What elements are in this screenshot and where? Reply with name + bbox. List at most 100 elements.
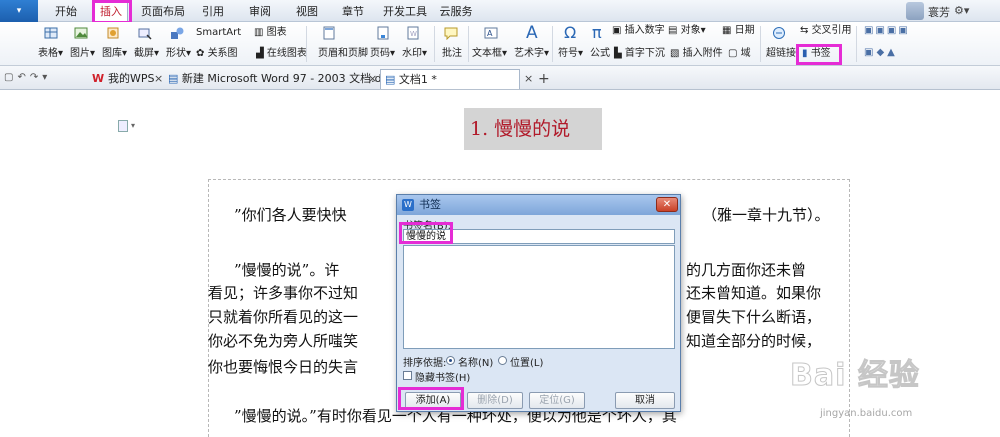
- comment-button[interactable]: 批注: [442, 47, 462, 61]
- highlight-bookmark-name: [399, 222, 453, 244]
- dialog-title: 书签: [419, 198, 441, 211]
- field-button[interactable]: ▢ 域: [728, 47, 751, 61]
- dropcap-text: 首字下沉: [624, 48, 665, 59]
- tab-page-layout[interactable]: 页面布局: [138, 3, 188, 20]
- insert-number-label[interactable]: ▣ 插入数字: [612, 24, 665, 38]
- textbox-button[interactable]: 文本框▾: [472, 47, 507, 61]
- hyperlink-icon[interactable]: [772, 26, 786, 40]
- tab-doc-word97[interactable]: ▤ 新建 Microsoft Word 97 - 2003 文档.doc: [168, 69, 394, 89]
- close-icon[interactable]: ×: [368, 69, 377, 89]
- chevron-down-icon[interactable]: ▾: [131, 121, 135, 130]
- more-tools-icons[interactable]: ▣▣▣▣: [864, 25, 910, 36]
- bookmark-list[interactable]: [403, 245, 675, 349]
- wordart-icon[interactable]: A: [526, 23, 538, 43]
- symbol-button[interactable]: 符号▾: [558, 47, 583, 61]
- tab-home[interactable]: 开始: [50, 3, 82, 20]
- header-footer-icon[interactable]: [322, 26, 336, 40]
- smartart-label[interactable]: SmartArt: [196, 26, 241, 40]
- relation-button[interactable]: ✿ 关系图: [196, 47, 238, 61]
- doc-text-line[interactable]: 你也要悔恨今日的失言: [208, 356, 358, 378]
- attachment-button[interactable]: ▧ 插入附件: [670, 47, 723, 61]
- doc-text-line[interactable]: 你必不免为旁人所嗤笑: [208, 330, 358, 352]
- sort-by-name-radio[interactable]: [446, 356, 455, 365]
- screenshot-icon[interactable]: [138, 26, 152, 40]
- doc-text-line[interactable]: 知道全部分的时候，: [686, 330, 821, 352]
- wordart-button[interactable]: 艺术字▾: [514, 47, 549, 61]
- menu-bar: ▾ 开始 插入 页面布局 引用 审阅 视图 章节 开发工具 云服务 寰芳 ⚙▾: [0, 0, 1000, 22]
- table-button[interactable]: 表格▾: [38, 47, 63, 61]
- quick-access-toolbar[interactable]: ▢↶↷▾: [4, 72, 51, 83]
- tab-doc1[interactable]: ▤ 文档1 *: [380, 69, 520, 89]
- sort-by-position-radio[interactable]: [498, 356, 507, 365]
- formula-button[interactable]: 公式: [590, 47, 610, 61]
- chart-label[interactable]: ▥ 图表: [254, 26, 287, 40]
- app-menu-button[interactable]: ▾: [0, 0, 38, 22]
- hidden-bookmarks-label[interactable]: 隐藏书签(H): [415, 369, 470, 384]
- delete-button[interactable]: 删除(D): [467, 392, 523, 409]
- tab-review[interactable]: 审阅: [243, 3, 277, 20]
- extra-tools-icons[interactable]: ▣◆▲: [864, 47, 898, 58]
- baidu-watermark-url: jingyan.baidu.com: [820, 408, 913, 419]
- ribbon-separator: [760, 26, 761, 62]
- tab-my-wps[interactable]: W 我的WPS: [92, 69, 154, 89]
- doc-text-line[interactable]: 只就着你所看见的这一: [208, 306, 358, 328]
- paragraph-layout-icon[interactable]: [118, 120, 128, 132]
- picture-button[interactable]: 图片▾: [70, 47, 95, 61]
- avatar[interactable]: [906, 2, 924, 20]
- ribbon-separator: [468, 26, 469, 62]
- settings-icon[interactable]: ⚙▾: [954, 4, 969, 17]
- gallery-button[interactable]: 图库▾: [102, 47, 127, 61]
- goto-button[interactable]: 定位(G): [529, 392, 585, 409]
- doc-text-line[interactable]: 便冒失下什么断语，: [686, 306, 821, 328]
- highlight-bookmark-button: [796, 44, 842, 65]
- symbol-icon[interactable]: Ω: [564, 23, 576, 42]
- comment-icon[interactable]: [444, 26, 458, 40]
- close-button[interactable]: ✕: [656, 197, 678, 212]
- hidden-bookmarks-checkbox[interactable]: [403, 371, 412, 380]
- tab-cloud[interactable]: 云服务: [436, 3, 476, 20]
- table-icon[interactable]: [44, 26, 58, 40]
- doc-text-line[interactable]: （雅一章十九节）。: [702, 204, 830, 226]
- wps-logo-icon: W: [92, 72, 108, 85]
- textbox-icon[interactable]: A: [484, 26, 498, 40]
- close-icon[interactable]: ×: [524, 69, 533, 89]
- cancel-button[interactable]: 取消: [615, 392, 675, 409]
- watermark-button[interactable]: 水印▾: [402, 47, 427, 61]
- sort-by-position-label[interactable]: 位置(L): [510, 354, 543, 369]
- object-label[interactable]: ▤ 对象▾: [668, 24, 706, 38]
- shapes-button[interactable]: 形状▾: [166, 47, 191, 61]
- tab-view[interactable]: 视图: [290, 3, 324, 20]
- tab-doc1-label: 文档1 *: [398, 73, 437, 86]
- page-number-icon[interactable]: [376, 26, 390, 40]
- document-heading[interactable]: 1. 慢慢的说: [464, 108, 602, 150]
- user-name[interactable]: 寰芳: [928, 4, 950, 20]
- new-tab-button[interactable]: +: [538, 69, 550, 89]
- sort-by-name-label[interactable]: 名称(N): [458, 354, 493, 369]
- tab-developer[interactable]: 开发工具: [380, 3, 430, 20]
- doc-text-line[interactable]: 看见；许多事你不过知: [208, 282, 358, 304]
- hyperlink-button[interactable]: 超链接: [766, 47, 796, 61]
- close-icon[interactable]: ×: [154, 69, 163, 89]
- doc-icon: ▤: [168, 72, 182, 85]
- ribbon-separator: [856, 26, 857, 62]
- header-footer-button[interactable]: 页眉和页脚: [318, 47, 368, 61]
- doc-text-line[interactable]: ”慢慢的说”。许: [234, 259, 339, 281]
- tab-references[interactable]: 引用: [196, 3, 230, 20]
- page-number-button[interactable]: 页码▾: [370, 47, 395, 61]
- formula-icon[interactable]: π: [592, 23, 602, 42]
- highlight-add-button: [398, 387, 464, 410]
- tab-chapter[interactable]: 章节: [336, 3, 370, 20]
- doc-text-line[interactable]: 还未曾知道。如果你: [686, 282, 821, 304]
- online-chart-button[interactable]: ▟ 在线图表: [256, 47, 307, 61]
- doc-text-line[interactable]: ”你们各人要快快: [234, 204, 347, 226]
- picture-icon[interactable]: [74, 26, 88, 40]
- doc-text-line[interactable]: 的几方面你还未曾: [686, 259, 806, 281]
- gallery-icon[interactable]: [106, 26, 120, 40]
- date-label[interactable]: ▦ 日期: [722, 24, 755, 38]
- shapes-icon[interactable]: [170, 26, 184, 40]
- watermark-icon[interactable]: W: [406, 26, 420, 40]
- screenshot-button[interactable]: 截屏▾: [134, 47, 159, 61]
- cross-ref-label[interactable]: ⇆ 交叉引用: [800, 24, 852, 38]
- dialog-titlebar[interactable]: W 书签 ✕: [397, 195, 680, 215]
- dropcap-button[interactable]: ▙ 首字下沉: [614, 47, 665, 61]
